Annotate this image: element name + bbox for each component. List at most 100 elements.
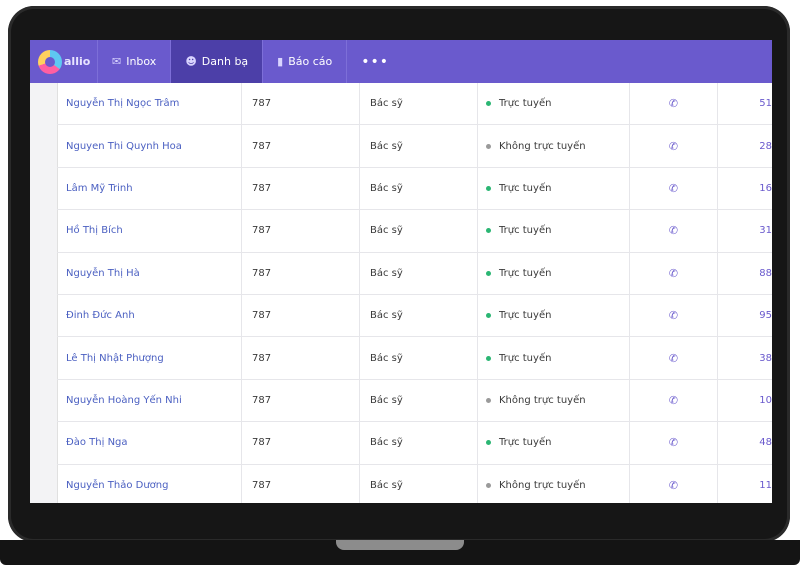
table-row[interactable]: Nguyễn Hoàng Yến Nhi 787 Bác sỹ Không tr…: [57, 379, 772, 423]
contact-status: Trực tuyến: [478, 252, 630, 294]
contact-extension: 787: [242, 83, 360, 125]
contact-extension: 787: [242, 252, 360, 294]
contact-extension: 787: [242, 210, 360, 252]
phone-icon: ✆: [668, 224, 679, 238]
status-dot-icon: [486, 270, 491, 276]
contact-extension: 787: [242, 464, 360, 503]
contact-extension: 787: [242, 379, 360, 422]
call-button[interactable]: ✆: [630, 337, 718, 379]
contact-role: Bác sỹ: [360, 167, 478, 210]
contact-role: Bác sỹ: [360, 294, 478, 337]
contact-role: Bác sỹ: [360, 464, 478, 503]
table-row[interactable]: Nguyễn Thảo Dương 787 Bác sỹ Không trực …: [57, 464, 772, 503]
contact-name-link[interactable]: Lâm Mỹ Trinh: [57, 167, 242, 210]
table-row[interactable]: Nguyễn Thị Hà 787 Bác sỹ Trực tuyến ✆ 88: [57, 252, 772, 295]
left-gutter: [30, 83, 58, 503]
contact-name-link[interactable]: Nguyễn Thị Hà: [57, 252, 242, 294]
laptop-notch: [336, 540, 464, 550]
contact-number: 48: [759, 437, 772, 449]
contact-name-link[interactable]: Nguyen Thi Quynh Hoa: [57, 125, 242, 167]
contact-name-link[interactable]: Nguyễn Thảo Dương: [57, 464, 242, 503]
top-navbar: allio ✉ Inbox ☻ Danh bạ ▮ Báo cáo •••: [30, 40, 772, 83]
call-button[interactable]: ✆: [630, 167, 718, 210]
status-dot-icon: [486, 440, 491, 446]
nav-tab-inbox[interactable]: ✉ Inbox: [97, 40, 170, 83]
contact-status: Trực tuyến: [478, 337, 630, 379]
status-dot-icon: [486, 313, 491, 319]
contact-number: 10: [759, 394, 772, 406]
contact-status: Trực tuyến: [478, 167, 630, 210]
call-button[interactable]: ✆: [630, 422, 718, 464]
phone-icon: ✆: [668, 393, 679, 407]
contact-extension: 787: [242, 337, 360, 379]
contact-extension: 787: [242, 167, 360, 210]
contact-number: 95: [759, 310, 772, 322]
status-text: Không trực tuyến: [499, 140, 586, 152]
contact-name-link[interactable]: Đào Thị Nga: [57, 422, 242, 464]
call-button[interactable]: ✆: [630, 125, 718, 167]
contacts-table: Nguyễn Thị Ngọc Trâm 787 Bác sỹ Trực tuy…: [57, 83, 772, 503]
app-logo[interactable]: allio: [30, 40, 97, 83]
app-screen: allio ✉ Inbox ☻ Danh bạ ▮ Báo cáo ••• Ng…: [30, 40, 772, 503]
contact-role: Bác sỹ: [360, 337, 478, 379]
nav-tab-contacts[interactable]: ☻ Danh bạ: [170, 40, 263, 83]
status-text: Trực tuyến: [499, 182, 552, 194]
contact-status: Không trực tuyến: [478, 464, 630, 503]
contact-role: Bác sỹ: [360, 210, 478, 252]
phone-icon: ✆: [668, 478, 679, 492]
status-dot-icon: [486, 101, 491, 107]
status-dot-icon: [486, 482, 491, 488]
contact-status: Trực tuyến: [478, 294, 630, 337]
nav-tab-reports[interactable]: ▮ Báo cáo: [262, 40, 346, 83]
contact-status: Không trực tuyến: [478, 125, 630, 167]
contact-extension: 787: [242, 422, 360, 464]
call-button[interactable]: ✆: [630, 83, 718, 125]
contact-number: 51: [759, 98, 772, 110]
contact-role: Bác sỹ: [360, 252, 478, 294]
call-button[interactable]: ✆: [630, 464, 718, 503]
status-text: Trực tuyến: [499, 267, 552, 279]
phone-icon: ✆: [668, 436, 679, 450]
contact-name-link[interactable]: Hồ Thị Bích: [57, 210, 242, 252]
table-row[interactable]: Lê Thị Nhật Phượng 787 Bác sỹ Trực tuyến…: [57, 337, 772, 380]
status-text: Trực tuyến: [499, 310, 552, 322]
status-text: Trực tuyến: [499, 225, 552, 237]
phone-icon: ✆: [668, 97, 679, 111]
contact-status: Không trực tuyến: [478, 379, 630, 422]
contact-status: Trực tuyến: [478, 422, 630, 464]
status-dot-icon: [486, 185, 491, 191]
phone-icon: ✆: [668, 309, 679, 323]
call-button[interactable]: ✆: [630, 294, 718, 337]
contact-number: 16: [759, 182, 772, 194]
status-dot-icon: [486, 397, 491, 403]
phone-icon: ✆: [668, 266, 679, 280]
contact-name-link[interactable]: Nguyễn Thị Ngọc Trâm: [57, 83, 242, 125]
call-button[interactable]: ✆: [630, 210, 718, 252]
nav-more-button[interactable]: •••: [346, 40, 403, 83]
table-row[interactable]: Đinh Đức Anh 787 Bác sỹ Trực tuyến ✆ 95: [57, 294, 772, 338]
call-button[interactable]: ✆: [630, 379, 718, 422]
contact-status: Trực tuyến: [478, 83, 630, 125]
status-text: Không trực tuyến: [499, 479, 586, 491]
status-text: Không trực tuyến: [499, 394, 586, 406]
contact-extension: 787: [242, 294, 360, 337]
contact-role: Bác sỹ: [360, 379, 478, 422]
contact-role: Bác sỹ: [360, 422, 478, 464]
contact-name-link[interactable]: Lê Thị Nhật Phượng: [57, 337, 242, 379]
nav-label: Inbox: [126, 55, 157, 68]
table-row[interactable]: Lâm Mỹ Trinh 787 Bác sỹ Trực tuyến ✆ 16: [57, 167, 772, 211]
table-row[interactable]: Nguyễn Thị Ngọc Trâm 787 Bác sỹ Trực tuy…: [57, 83, 772, 126]
status-dot-icon: [486, 355, 491, 361]
contact-role: Bác sỹ: [360, 125, 478, 167]
table-row[interactable]: Hồ Thị Bích 787 Bác sỹ Trực tuyến ✆ 31: [57, 210, 772, 253]
phone-icon: ✆: [668, 351, 679, 365]
table-row[interactable]: Nguyen Thi Quynh Hoa 787 Bác sỹ Không tr…: [57, 125, 772, 168]
contact-name-link[interactable]: Đinh Đức Anh: [57, 294, 242, 337]
status-text: Trực tuyến: [499, 98, 552, 110]
table-row[interactable]: Đào Thị Nga 787 Bác sỹ Trực tuyến ✆ 48: [57, 422, 772, 465]
contact-name-link[interactable]: Nguyễn Hoàng Yến Nhi: [57, 379, 242, 422]
call-button[interactable]: ✆: [630, 252, 718, 294]
status-dot-icon: [486, 143, 491, 149]
contact-extension: 787: [242, 125, 360, 167]
nav-label: Báo cáo: [288, 55, 333, 68]
